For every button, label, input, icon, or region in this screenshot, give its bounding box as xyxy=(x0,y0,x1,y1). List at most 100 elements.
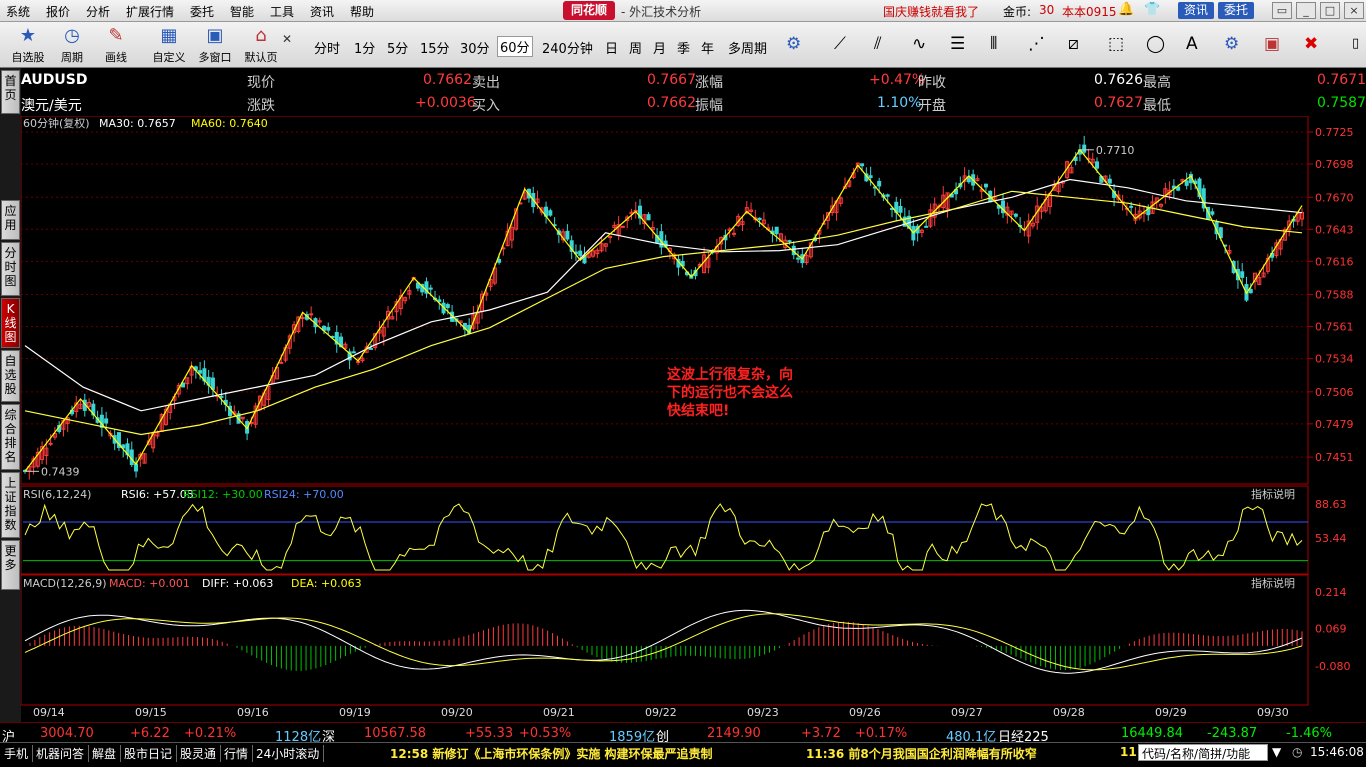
maximize-icon[interactable]: □ xyxy=(1320,2,1340,19)
period-year[interactable]: 年 xyxy=(701,38,714,57)
period-quarter[interactable]: 季 xyxy=(677,38,690,57)
news-button[interactable]: 资讯 xyxy=(1178,2,1215,19)
macd-legend-dea: DEA: +0.063 xyxy=(291,577,362,590)
tab-more[interactable]: 更多 xyxy=(1,540,20,590)
tool-multiwindow[interactable]: ▣ 多窗口 xyxy=(194,24,236,65)
channel-tool-icon[interactable]: ⧄ xyxy=(1068,34,1079,54)
sz-index: 10567.58 xyxy=(364,726,427,741)
tab-sh-index[interactable]: 上证指数 xyxy=(1,472,20,538)
restore-icon[interactable]: ▭ xyxy=(1272,2,1292,19)
period-month[interactable]: 月 xyxy=(653,38,666,57)
wave-tool-icon[interactable]: ∿ xyxy=(912,34,926,54)
price-tick-label: 0.7561 xyxy=(1315,321,1354,334)
menu-system[interactable]: 系统 xyxy=(6,3,30,20)
tool-custom[interactable]: ▦ 自定义 xyxy=(148,24,190,65)
period-multi[interactable]: 多周期 xyxy=(728,38,767,57)
price-tick-label: 0.7534 xyxy=(1315,353,1354,366)
candle-body xyxy=(104,418,109,424)
search-input[interactable]: 代码/名称/简拼/功能 xyxy=(1138,744,1268,761)
btab-24h[interactable]: 24小时滚动 xyxy=(252,745,325,762)
candle-body xyxy=(646,214,651,221)
sh-index: 3004.70 xyxy=(40,726,94,741)
clock: 15:46:08 xyxy=(1310,745,1364,759)
bottom-bar: 手机 机器问答 解盘 股市日记 股灵通 行情 24小时滚动 12:58 新修订《… xyxy=(0,742,1366,767)
label-chg: 涨跌 xyxy=(247,98,275,114)
parallel-tool-icon[interactable]: ⫽ xyxy=(874,34,882,54)
btab-qa[interactable]: 机器问答 xyxy=(32,745,90,762)
period-5m[interactable]: 5分 xyxy=(387,38,408,57)
ad-link[interactable]: 国庆赚钱就看我了 xyxy=(883,3,979,20)
gear-icon[interactable]: ⚙ xyxy=(1224,34,1239,54)
candle-body xyxy=(787,240,792,243)
text-tool-icon[interactable]: A xyxy=(1186,34,1198,54)
btab-analysis[interactable]: 解盘 xyxy=(88,745,122,762)
shirt-icon[interactable]: 👕 xyxy=(1144,2,1160,17)
candle-body xyxy=(1129,205,1134,208)
btab-diary[interactable]: 股市日记 xyxy=(120,745,178,762)
candle-body xyxy=(279,361,284,364)
btab-quotes[interactable]: 行情 xyxy=(220,745,254,762)
rsi-legend-rsi12: RSI12: +30.00 xyxy=(183,488,263,501)
tool-draw[interactable]: ✎ 画线 xyxy=(96,24,136,65)
tab-ranking[interactable]: 综合排名 xyxy=(1,404,20,470)
menu-help[interactable]: 帮助 xyxy=(350,3,374,20)
candle-body xyxy=(1013,213,1018,217)
collapse-icon[interactable]: ✕ xyxy=(282,32,292,46)
candle-body xyxy=(731,232,736,235)
candle-body xyxy=(497,258,502,263)
tab-watchlist[interactable]: 自选股 xyxy=(1,350,20,402)
bell-icon[interactable]: 🔔 xyxy=(1118,2,1134,17)
date-tick-label: 09/22 xyxy=(645,706,677,719)
period-60m[interactable]: 60分 xyxy=(497,36,533,57)
price-tick-label: 0.7670 xyxy=(1315,191,1354,204)
value-low: 0.7587 xyxy=(1317,95,1366,111)
period-240m[interactable]: 240分钟 xyxy=(542,38,593,57)
menu-smart[interactable]: 智能 xyxy=(230,3,254,20)
tool-period[interactable]: ◷ 周期 xyxy=(52,24,92,65)
menu-quote[interactable]: 报价 xyxy=(46,3,70,20)
period-week[interactable]: 周 xyxy=(629,38,642,57)
news-ticker-2[interactable]: 11:36 前8个月我国国企利润降幅有所收窄 xyxy=(806,745,1037,762)
macd-legend-macd: MACD: +0.001 xyxy=(109,577,190,590)
rsi-help-link[interactable]: 指标说明 xyxy=(1251,487,1295,501)
tool-defaultpage[interactable]: ⌂ 默认页 xyxy=(240,24,282,65)
period-30m[interactable]: 30分 xyxy=(460,38,490,57)
news-ticker-1[interactable]: 12:58 新修订《上海市环保条例》实施 构建环保最严追责制 xyxy=(390,745,713,762)
fan-tool-icon[interactable]: ⋰ xyxy=(1028,34,1045,54)
tab-timeshare[interactable]: 分时图 xyxy=(1,242,20,296)
close-icon[interactable]: × xyxy=(1344,2,1364,19)
tab-home[interactable]: 首页 xyxy=(1,70,20,114)
tab-kline[interactable]: K线图 xyxy=(1,298,20,348)
fib-tool-icon[interactable]: ☰ xyxy=(950,34,965,54)
dropdown-icon[interactable]: ▼ xyxy=(1272,745,1281,759)
save-icon[interactable]: ▣ xyxy=(1264,34,1280,54)
delete-icon[interactable]: ✖ xyxy=(1304,34,1318,54)
macd-help-link[interactable]: 指标说明 xyxy=(1251,576,1295,590)
bars-tool-icon[interactable]: ⦀ xyxy=(990,34,997,54)
expand-icon[interactable]: ▯ xyxy=(1352,36,1359,51)
candle-body xyxy=(877,180,882,187)
period-1m[interactable]: 1分 xyxy=(354,38,375,57)
menu-news[interactable]: 资讯 xyxy=(310,3,334,20)
rect-tool-icon[interactable]: ⬚ xyxy=(1108,34,1124,54)
menu-tools[interactable]: 工具 xyxy=(270,3,294,20)
minimize-icon[interactable]: _ xyxy=(1296,2,1316,19)
settings-gear-icon[interactable]: ⚙ xyxy=(786,34,801,54)
period-tick[interactable]: 分时 xyxy=(314,38,340,57)
line-tool-icon[interactable]: ⟋ xyxy=(834,34,846,54)
period-day[interactable]: 日 xyxy=(605,38,618,57)
candle-body xyxy=(565,230,570,240)
period-15m[interactable]: 15分 xyxy=(420,38,450,57)
menu-analysis[interactable]: 分析 xyxy=(86,3,110,20)
tool-watchlist[interactable]: ★ 自选股 xyxy=(6,24,50,65)
price-tick-label: 0.7725 xyxy=(1315,126,1354,139)
candle-body xyxy=(757,217,762,221)
btab-mobile[interactable]: 手机 xyxy=(0,745,34,762)
tab-app[interactable]: 应用 xyxy=(1,200,20,240)
menu-bar: 系统 报价 分析 扩展行情 委托 智能 工具 资讯 帮助 同花顺 - 外汇技术分… xyxy=(0,0,1366,22)
btab-lingtong[interactable]: 股灵通 xyxy=(176,745,222,762)
ellipse-tool-icon[interactable]: ◯ xyxy=(1146,34,1165,54)
menu-trade[interactable]: 委托 xyxy=(190,3,214,20)
menu-extended[interactable]: 扩展行情 xyxy=(126,3,174,20)
trade-button[interactable]: 委托 xyxy=(1218,2,1255,19)
